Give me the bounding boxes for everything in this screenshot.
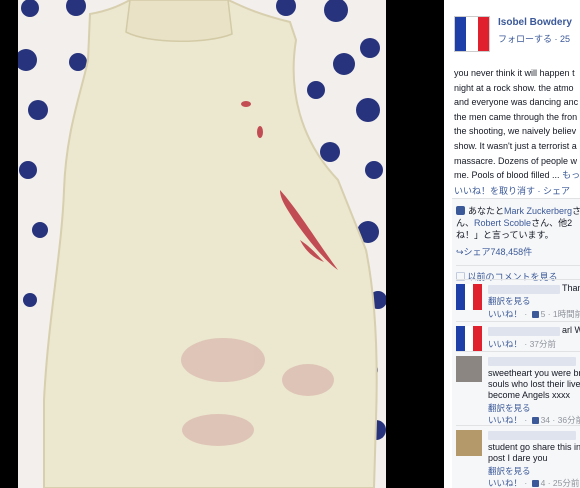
post-text: you never think it will happen t night a… [454,66,580,183]
commenter-name-redacted [488,357,576,366]
comment-like-link[interactable]: いいね！ [488,309,522,319]
liker-link-2[interactable]: Robert Scoble [474,218,531,228]
comment-item: arl Wigh いいね！ · 37分前 [456,321,580,352]
translate-link[interactable]: 翻訳を見る [488,402,531,414]
comment-item: sweetheart you were bra souls who lost t… [456,351,580,431]
commenter-name-redacted [488,431,576,440]
post-text-line: and everyone was dancing anc [454,97,579,108]
post-text-line: night at a rock show. the atmo [454,82,574,93]
comment-text: arl Wigh [562,325,580,335]
photo-viewer: Isobel Bowdery フォローする · 25 you never thi… [0,0,580,488]
shares-count[interactable]: ↪シェア748,458件 [456,245,532,258]
comment-item: Thank 翻訳を見る いいね！ · 5 · 1時間前 [456,279,580,321]
post-actions[interactable]: いいね！を取り消す · シェア [454,184,580,197]
translate-link[interactable]: 翻訳を見る [488,465,531,477]
commenter-name-redacted [488,327,560,336]
author-name[interactable]: Isobel Bowdery [498,17,572,28]
post-text-line: show. It wasn't just a terrorist a [454,140,577,151]
comment-like-link[interactable]: いいね！ [488,339,522,349]
comment-text: student go share this in y [488,442,580,452]
french-flag-avatar [455,17,489,51]
feedback-box: あなたとMark Zuckerbergさん ん、Robert Scobleさん、… [452,198,580,488]
see-more-link[interactable]: もっ [562,170,580,180]
comment-meta: いいね！ · 5 · 1時間前 [488,309,580,319]
comment-meta: いいね！ · 37分前 [488,339,557,349]
follow-link[interactable]: フォローする · 25 [498,32,570,45]
comment-meta: いいね！ · 4 · 25分前 [488,478,580,488]
post-text-line: me. Pools of blood filled ... もっ [454,170,580,181]
comment-text: post I dare you [488,453,548,463]
comment-text: Thank [562,283,580,293]
commenter-avatar[interactable] [456,430,482,456]
post-photo[interactable] [18,0,386,488]
commenter-avatar[interactable] [456,326,482,352]
thumbs-up-icon [531,311,539,318]
commenter-avatar[interactable] [456,284,482,310]
comment-like-link[interactable]: いいね！ [488,415,522,425]
thumbs-up-icon [531,417,539,424]
translate-link[interactable]: 翻訳を見る [488,295,531,307]
post-text-line: the shooting, we naively believ [454,126,577,137]
share-arrow-icon: ↪ [456,247,464,257]
post-sidebar: Isobel Bowdery フォローする · 25 you never thi… [444,0,580,488]
post-text-line: you never think it will happen t [454,68,575,78]
comment-text: sweetheart you were bra [488,368,580,378]
post-text-line: massacre. Dozens of people w [454,155,578,166]
comment-item: student go share this in y post I dare y… [456,425,580,488]
post-header: Isobel Bowdery フォローする · 25 [454,14,580,54]
bloodied-shirt-image [18,0,386,488]
comment-like-link[interactable]: いいね！ [488,478,522,488]
likes-summary: あなたとMark Zuckerbergさん ん、Robert Scobleさん、… [456,206,580,240]
commenter-avatar[interactable] [456,356,482,382]
thumbs-up-icon [531,480,539,487]
comment-text: become Angels xxxx [488,390,571,400]
liker-link-1[interactable]: Mark Zuckerberg [504,206,572,216]
author-avatar[interactable] [454,16,490,52]
thumbs-up-icon [456,206,465,215]
comment-text: souls who lost their lives [488,379,580,389]
commenter-name-redacted [488,285,560,294]
post-text-line: the men came through the fron [454,111,578,122]
